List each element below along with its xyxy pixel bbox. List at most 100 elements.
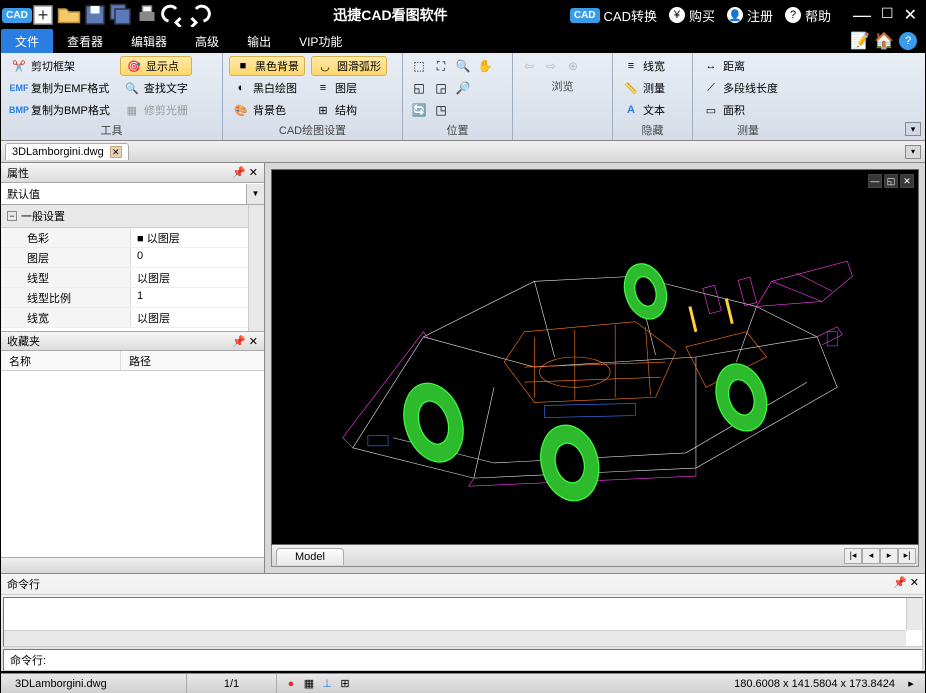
zoom-all-icon[interactable]: ◲ bbox=[431, 78, 451, 98]
status-page: 1/1 bbox=[187, 674, 277, 693]
bg-color-button[interactable]: 🎨背景色 bbox=[229, 100, 305, 120]
cmd-hscrollbar[interactable] bbox=[4, 630, 906, 646]
status-grid-icon[interactable]: ▦ bbox=[301, 676, 317, 692]
command-input[interactable] bbox=[46, 652, 916, 668]
trim-icon: ▦ bbox=[124, 102, 140, 118]
status-ortho-icon[interactable]: ⊞ bbox=[337, 676, 353, 692]
help-link[interactable]: ?帮助 bbox=[785, 6, 831, 25]
buy-link[interactable]: ¥购买 bbox=[669, 6, 715, 25]
zoom-extents-icon[interactable]: ⛶ bbox=[431, 56, 451, 76]
quick-help-icon[interactable]: ? bbox=[899, 32, 917, 50]
viewport-minimize-icon[interactable]: — bbox=[868, 174, 882, 188]
print-icon[interactable] bbox=[135, 4, 159, 26]
pan-icon[interactable]: ✋ bbox=[475, 56, 495, 76]
doctab-close-icon[interactable]: ✕ bbox=[110, 146, 122, 158]
document-tab[interactable]: 3DLamborgini.dwg ✕ bbox=[5, 143, 129, 160]
properties-scrollbar[interactable] bbox=[248, 205, 264, 331]
text-hide-button[interactable]: A文本 bbox=[619, 100, 686, 120]
pin-icon[interactable]: 📌 ✕ bbox=[232, 335, 258, 348]
bmp-icon: BMP bbox=[11, 102, 27, 118]
layers-icon: ≡ bbox=[315, 80, 331, 96]
cut-frame-button[interactable]: ✂️剪切框架 bbox=[7, 56, 114, 76]
modeltab-last-icon[interactable]: ▸| bbox=[898, 548, 916, 564]
text-icon: A bbox=[623, 102, 639, 118]
ruler-icon: 📏 bbox=[623, 80, 639, 96]
zoom-out-icon[interactable]: 🔎 bbox=[453, 78, 473, 98]
modeltab-prev-icon[interactable]: ◂ bbox=[862, 548, 880, 564]
pin-icon[interactable]: 📌 ✕ bbox=[232, 166, 258, 179]
3d-view-icon[interactable]: ◳ bbox=[431, 100, 451, 120]
distance-button[interactable]: ↔距离 bbox=[699, 56, 797, 76]
linewidth-button[interactable]: ≡线宽 bbox=[619, 56, 686, 76]
properties-default-dropdown[interactable]: 默认值 ▼ bbox=[1, 183, 264, 205]
menu-vip[interactable]: VIP功能 bbox=[285, 29, 356, 54]
zoom-in-icon[interactable]: 🔍 bbox=[453, 56, 473, 76]
copy-emf-button[interactable]: EMF复制为EMF格式 bbox=[7, 78, 114, 98]
black-bg-button[interactable]: ■黑色背景 bbox=[229, 56, 305, 76]
command-history[interactable] bbox=[3, 597, 923, 647]
properties-title: 属性 📌 ✕ bbox=[1, 163, 264, 183]
layer-button[interactable]: ≡图层 bbox=[311, 78, 387, 98]
search-icon: 🔍 bbox=[124, 80, 140, 96]
open-folder-icon[interactable] bbox=[57, 4, 81, 26]
cmd-vscrollbar[interactable] bbox=[906, 598, 922, 630]
ribbon-collapse-button[interactable]: ▾ bbox=[905, 122, 921, 136]
ribbon-group-hide-label: 隐藏 bbox=[619, 120, 686, 140]
prop-section-general[interactable]: −一般设置 bbox=[1, 205, 264, 228]
favorites-title: 收藏夹 📌 ✕ bbox=[1, 331, 264, 351]
redo-icon[interactable] bbox=[187, 4, 211, 26]
structure-button[interactable]: ⊞结构 bbox=[311, 100, 387, 120]
properties-panel: 属性 📌 ✕ 默认值 ▼ −一般设置 色彩■ 以图层 图层0 线型以图层 线型比… bbox=[1, 163, 265, 573]
modeltab-next-icon[interactable]: ▸ bbox=[880, 548, 898, 564]
svg-text:+: + bbox=[38, 5, 49, 25]
yen-icon: ¥ bbox=[669, 7, 685, 23]
measure-hide-button[interactable]: 📏测量 bbox=[619, 78, 686, 98]
quick-note-icon[interactable]: 📝 bbox=[851, 32, 869, 50]
new-file-icon[interactable]: + bbox=[31, 4, 55, 26]
viewport-maximize-icon[interactable]: ◱ bbox=[884, 174, 898, 188]
chevron-down-icon[interactable]: ▼ bbox=[246, 184, 264, 204]
menu-file[interactable]: 文件 bbox=[1, 29, 53, 54]
command-title: 命令行 bbox=[7, 576, 40, 592]
menubar: 文件 查看器 编辑器 高级 输出 VIP功能 📝 🏠 ? bbox=[1, 29, 925, 53]
favorites-footer bbox=[1, 557, 264, 573]
pin-icon[interactable]: 📌 ✕ bbox=[893, 576, 919, 592]
copy-bmp-button[interactable]: BMP复制为BMP格式 bbox=[7, 100, 114, 120]
distance-icon: ↔ bbox=[703, 58, 719, 74]
polyline-length-button[interactable]: ⟋多段线长度 bbox=[699, 78, 797, 98]
show-point-button[interactable]: 🎯显示点 bbox=[120, 56, 192, 76]
minimize-button[interactable]: — bbox=[853, 5, 871, 26]
prop-row: 线型比例1 bbox=[1, 288, 264, 308]
fav-col-name[interactable]: 名称 bbox=[1, 351, 121, 370]
fav-col-path[interactable]: 路径 bbox=[121, 351, 159, 370]
register-link[interactable]: 👤注册 bbox=[727, 6, 773, 25]
undo-icon[interactable] bbox=[161, 4, 185, 26]
app-logo-icon[interactable]: CAD bbox=[5, 4, 29, 26]
area-button[interactable]: ▭面积 bbox=[699, 100, 797, 120]
status-coords: 180.6008 x 141.5804 x 173.8424 bbox=[726, 678, 903, 690]
status-expand-icon[interactable]: ▸ bbox=[903, 676, 919, 692]
menu-output[interactable]: 输出 bbox=[233, 29, 285, 54]
smooth-arc-button[interactable]: ◡圆滑弧形 bbox=[311, 56, 387, 76]
zoom-prev-icon[interactable]: ◱ bbox=[409, 78, 429, 98]
close-button[interactable]: ✕ bbox=[904, 5, 917, 26]
menu-advanced[interactable]: 高级 bbox=[181, 29, 233, 54]
doctabs-dropdown[interactable]: ▾ bbox=[905, 145, 921, 159]
drawing-canvas[interactable]: — ◱ ✕ bbox=[271, 169, 919, 545]
status-record-icon[interactable]: ● bbox=[283, 676, 299, 692]
modeltab-first-icon[interactable]: |◂ bbox=[844, 548, 862, 564]
status-snap-icon[interactable]: ⊥ bbox=[319, 676, 335, 692]
menu-editor[interactable]: 编辑器 bbox=[117, 29, 181, 54]
bw-plot-button[interactable]: ◐黑白绘图 bbox=[229, 78, 305, 98]
3d-orbit-icon[interactable]: 🔄 bbox=[409, 100, 429, 120]
save-icon[interactable] bbox=[83, 4, 107, 26]
cad-convert-link[interactable]: CADCAD转换 bbox=[570, 6, 657, 25]
maximize-button[interactable]: ☐ bbox=[881, 5, 894, 26]
model-tab[interactable]: Model bbox=[276, 548, 344, 565]
find-text-button[interactable]: 🔍查找文字 bbox=[120, 78, 192, 98]
zoom-window-icon[interactable]: ⬚ bbox=[409, 56, 429, 76]
save-all-icon[interactable] bbox=[109, 4, 133, 26]
viewport-close-icon[interactable]: ✕ bbox=[900, 174, 914, 188]
menu-viewer[interactable]: 查看器 bbox=[53, 29, 117, 54]
quick-home-icon[interactable]: 🏠 bbox=[875, 32, 893, 50]
